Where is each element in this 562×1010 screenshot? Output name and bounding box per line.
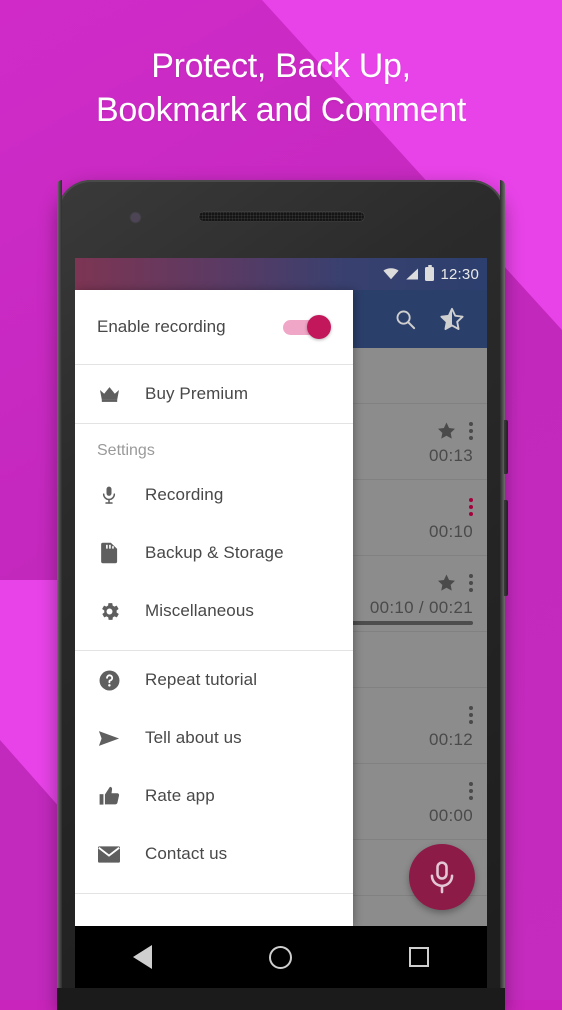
thumbs-up-icon: [97, 785, 121, 807]
wifi-icon: [383, 268, 400, 280]
drawer-item-label: Buy Premium: [145, 384, 249, 403]
drawer-item-recording[interactable]: Recording: [75, 466, 353, 524]
enable-recording-toggle[interactable]: [283, 315, 331, 339]
headline-line-1: Protect, Back Up,: [151, 47, 411, 85]
recording-duration: 00:13: [428, 445, 473, 465]
overflow-menu-icon[interactable]: [469, 497, 473, 516]
drawer-item-buy-premium[interactable]: Buy Premium: [75, 365, 353, 423]
earpiece-speaker: [198, 211, 365, 222]
promo-headline: Protect, Back Up, Bookmark and Comment: [0, 44, 562, 132]
recording-duration: 00:00: [428, 805, 473, 825]
drawer-item-label: Backup & Storage: [145, 543, 284, 562]
drawer-item-contact-us[interactable]: Contact us: [75, 825, 353, 883]
drawer-item-tell-about-us[interactable]: Tell about us: [75, 709, 353, 767]
drawer-item-label: Recording: [145, 485, 224, 504]
drawer-item-miscellaneous[interactable]: Miscellaneous: [75, 582, 353, 640]
overflow-menu-icon[interactable]: [469, 421, 473, 440]
android-navigation-bar: [75, 926, 487, 988]
envelope-icon: [97, 845, 121, 864]
crown-icon: [97, 385, 121, 404]
drawer-item-rate-app[interactable]: Rate app: [75, 767, 353, 825]
drawer-item-backup-storage[interactable]: Backup & Storage: [75, 524, 353, 582]
recents-button[interactable]: [408, 947, 429, 967]
record-microphone-fab[interactable]: [409, 844, 475, 910]
overflow-menu-icon[interactable]: [469, 573, 473, 592]
drawer-item-label: Repeat tutorial: [145, 670, 258, 689]
phone-mockup: 12:30 00:13 00:10 00:10 / 00:21 00:12 00…: [57, 180, 508, 1010]
favorites-star-icon[interactable]: [439, 307, 465, 332]
drawer-section-header-settings: Settings: [97, 442, 155, 459]
sd-card-icon: [97, 541, 121, 565]
drawer-item-label: Miscellaneous: [145, 601, 255, 620]
drawer-item-label: Tell about us: [145, 728, 242, 747]
enable-recording-row[interactable]: Enable recording: [75, 290, 353, 364]
signal-icon: [406, 268, 419, 280]
phone-bottom-bezel: [57, 988, 505, 1010]
power-button[interactable]: [504, 420, 508, 474]
phone-edge-left: [57, 180, 62, 1010]
drawer-item-repeat-tutorial[interactable]: Repeat tutorial: [75, 651, 353, 709]
headline-line-2: Bookmark and Comment: [95, 91, 467, 129]
drawer-item-label: Rate app: [145, 786, 215, 805]
star-icon[interactable]: [436, 421, 457, 441]
navigation-drawer: Enable recording Buy Premium Settings Re…: [75, 290, 353, 926]
phone-screen: 12:30 00:13 00:10 00:10 / 00:21 00:12 00…: [75, 258, 487, 926]
recording-duration: 00:10: [428, 521, 473, 541]
star-icon[interactable]: [436, 573, 457, 593]
divider: [75, 893, 353, 894]
microphone-icon: [430, 861, 454, 894]
status-bar: 12:30: [75, 258, 487, 290]
recording-duration: 00:12: [428, 729, 473, 749]
help-circle-icon: [97, 669, 121, 692]
enable-recording-label: Enable recording: [97, 317, 226, 336]
volume-button[interactable]: [504, 500, 508, 596]
front-camera: [131, 213, 140, 222]
overflow-menu-icon[interactable]: [469, 781, 473, 800]
microphone-icon: [97, 483, 121, 507]
toggle-thumb: [307, 315, 331, 339]
battery-icon: [425, 264, 435, 281]
search-icon[interactable]: [394, 308, 417, 331]
recording-duration: 00:10 / 00:21: [369, 597, 473, 617]
gear-icon: [97, 600, 121, 623]
back-button[interactable]: [133, 945, 153, 969]
home-button[interactable]: [268, 945, 292, 969]
status-bar-clock: 12:30: [440, 265, 479, 283]
send-icon: [97, 729, 121, 748]
drawer-item-label: Contact us: [145, 844, 228, 863]
overflow-menu-icon[interactable]: [469, 705, 473, 724]
